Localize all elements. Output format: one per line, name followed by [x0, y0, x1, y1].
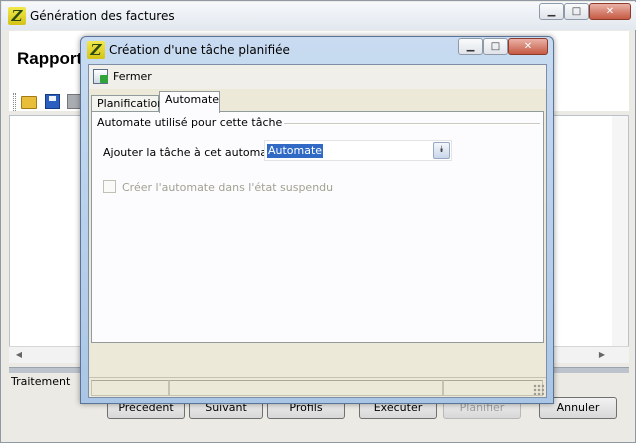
main-title-bar[interactable]: Z Génération des factures ▁ □ ✕ [2, 2, 636, 30]
automate-tab-panel: Automate utilisé pour cette tâche Ajoute… [91, 111, 544, 343]
main-close-button[interactable]: ✕ [589, 3, 631, 20]
save-disk-icon[interactable] [45, 94, 60, 109]
main-toolbar [9, 89, 89, 115]
dialog-title: Création d'une tâche planifiée [109, 43, 290, 57]
print-icon[interactable] [67, 94, 81, 109]
toolbar-grip[interactable] [13, 93, 16, 111]
suspended-state-label: Créer l'automate dans l'état suspendu [122, 181, 334, 194]
automate-field-label: Ajouter la tâche à cet automate : [103, 146, 286, 159]
dialog-app-icon: Z [87, 41, 105, 59]
resize-grip-icon[interactable] [533, 384, 544, 395]
tab-strip: Planification Automate [91, 91, 544, 113]
scheduled-task-dialog: Z Création d'une tâche planifiée ▁ □ ✕ F… [80, 36, 554, 404]
automate-select-value: Automate [267, 144, 324, 158]
dialog-minimize-button[interactable]: ▁ [458, 38, 483, 55]
main-maximize-button[interactable]: □ [564, 3, 589, 20]
checkbox-box[interactable] [103, 180, 116, 193]
close-command[interactable]: Fermer [93, 68, 152, 86]
dialog-client-area: Fermer Planification Automate Automate u… [88, 64, 547, 398]
group-title: Automate utilisé pour cette tâche [97, 116, 285, 129]
vertical-scrollbar[interactable] [612, 116, 628, 346]
app-icon: Z [8, 7, 26, 25]
tab-automate[interactable]: Automate [159, 91, 220, 113]
automate-select[interactable]: Automate ⯯ [264, 140, 452, 161]
exit-icon [93, 69, 108, 84]
main-window-title: Génération des factures [30, 9, 175, 23]
main-minimize-button[interactable]: ▁ [539, 3, 564, 20]
scroll-right-icon[interactable]: ▶ [594, 347, 610, 362]
suspended-state-checkbox[interactable]: Créer l'automate dans l'état suspendu [103, 180, 333, 194]
status-pane-2 [169, 380, 443, 396]
status-pane-3 [443, 380, 543, 396]
tab-planification[interactable]: Planification [91, 95, 164, 112]
dialog-toolbar: Fermer [89, 65, 546, 89]
close-command-label: Fermer [113, 70, 152, 83]
chevron-down-icon[interactable]: ⯯ [433, 142, 450, 159]
status-pane-1 [91, 380, 169, 396]
open-folder-icon[interactable] [21, 96, 37, 109]
report-heading: Rapport [17, 49, 83, 68]
dialog-close-button[interactable]: ✕ [508, 38, 548, 55]
dialog-maximize-button[interactable]: □ [483, 38, 508, 55]
scroll-left-icon[interactable]: ◀ [11, 347, 27, 362]
status-bar [89, 377, 546, 397]
traitement-label: Traitement [11, 375, 71, 388]
